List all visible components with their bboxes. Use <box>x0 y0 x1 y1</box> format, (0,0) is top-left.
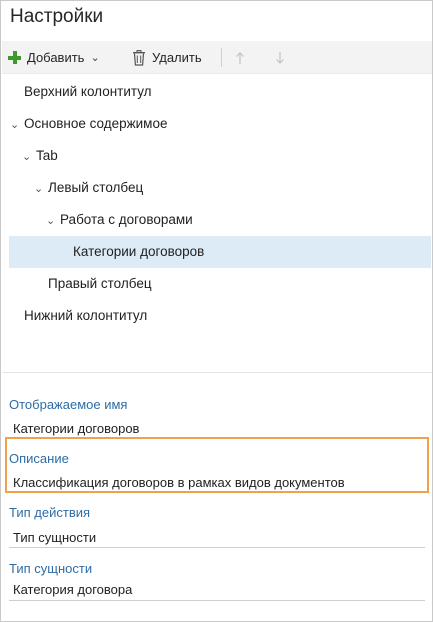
display-name-label: Отображаемое имя <box>9 397 128 412</box>
tree-item-label: Нижний колонтитул <box>24 308 148 323</box>
arrow-down-icon <box>276 51 284 64</box>
tree-item-header[interactable]: Верхний колонтитул <box>24 76 152 108</box>
tree-item-main-content[interactable]: ⌄ Основное содержимое <box>10 108 167 140</box>
tree-item-left-column[interactable]: ⌄ Левый столбец <box>34 172 143 204</box>
delete-button-label: Удалить <box>152 50 202 65</box>
delete-button[interactable]: Удалить <box>132 41 202 74</box>
plus-icon <box>8 51 21 64</box>
tree-item-label: Категории договоров <box>73 244 205 259</box>
tree-item-label: Tab <box>36 148 58 163</box>
tree-item-label: Правый столбец <box>48 276 152 291</box>
toolbar: Добавить ⌄ Удалить <box>2 41 432 74</box>
chevron-down-icon[interactable]: ⌄ <box>34 173 48 205</box>
tree-item-label: Верхний колонтитул <box>24 84 152 99</box>
entity-type-label: Тип сущности <box>9 561 93 576</box>
description-field[interactable]: Классификация договоров в рамках видов д… <box>13 475 345 490</box>
add-button[interactable]: Добавить ⌄ <box>8 41 100 74</box>
trash-icon <box>133 49 145 66</box>
chevron-down-icon: ⌄ <box>90 52 100 64</box>
section-divider <box>2 372 432 373</box>
chevron-down-icon[interactable]: ⌄ <box>46 205 60 237</box>
tree-item-contract-categories[interactable]: Категории договоров <box>9 236 431 268</box>
action-type-underline <box>9 547 425 548</box>
tree-item-label: Работа с договорами <box>60 212 193 227</box>
chevron-down-icon[interactable]: ⌄ <box>10 109 24 141</box>
panel-title: Настройки <box>10 6 104 27</box>
description-label: Описание <box>9 451 69 466</box>
move-up-button[interactable] <box>235 41 245 74</box>
tree-item-label: Левый столбец <box>48 180 144 195</box>
arrow-up-icon <box>236 51 244 64</box>
chevron-down-icon[interactable]: ⌄ <box>22 141 36 173</box>
tree-item-contracts[interactable]: ⌄ Работа с договорами <box>46 204 193 236</box>
entity-type-field[interactable]: Категория договора <box>13 582 132 597</box>
display-name-field[interactable]: Категории договоров <box>13 421 139 436</box>
tree-item-tab[interactable]: ⌄ Tab <box>22 140 58 172</box>
action-type-label: Тип действия <box>9 505 91 520</box>
settings-panel: Настройки Добавить ⌄ Удалить Верхний кол… <box>0 0 433 622</box>
entity-type-underline <box>9 600 425 601</box>
toolbar-separator <box>221 48 222 67</box>
action-type-field[interactable]: Тип сущности <box>13 530 96 545</box>
tree-item-footer[interactable]: Нижний колонтитул <box>24 300 147 332</box>
add-button-label: Добавить <box>27 50 85 65</box>
tree-item-label: Основное содержимое <box>24 116 168 131</box>
move-down-button[interactable] <box>275 41 285 74</box>
tree-item-right-column[interactable]: Правый столбец <box>48 268 152 300</box>
